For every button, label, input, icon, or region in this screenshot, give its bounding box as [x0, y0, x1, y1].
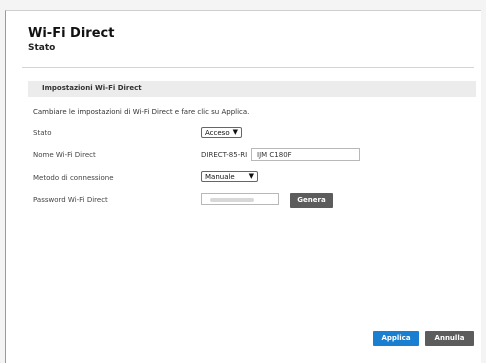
connection-method-value: Manuale: [205, 173, 235, 181]
connection-method-label: Metodo di connessione: [33, 174, 114, 182]
cancel-button[interactable]: Annulla: [425, 331, 474, 346]
status-select[interactable]: Acceso ▼: [201, 127, 242, 138]
chevron-down-icon: ▼: [248, 172, 254, 180]
password-label: Password Wi-Fi Direct: [33, 196, 108, 204]
status-label: Stato: [33, 129, 52, 137]
generate-button[interactable]: Genera: [290, 193, 333, 208]
connection-method-select[interactable]: Manuale ▼: [201, 171, 258, 182]
page-subtitle: Stato: [28, 43, 56, 53]
password-mask: [210, 198, 254, 202]
wifi-direct-name-label: Nome Wi-Fi Direct: [33, 151, 96, 159]
settings-panel: [5, 10, 481, 363]
section-title: Impostazioni Wi-Fi Direct: [42, 84, 142, 92]
page-title: Wi-Fi Direct: [28, 26, 115, 41]
header-divider: [22, 67, 474, 68]
status-select-value: Acceso: [205, 129, 230, 137]
apply-button[interactable]: Applica: [373, 331, 419, 346]
window-frame-right: [481, 0, 486, 363]
password-input[interactable]: [201, 193, 279, 205]
wifi-direct-name-value: IJM C180F: [257, 151, 292, 159]
wifi-direct-name-input[interactable]: IJM C180F: [251, 148, 360, 161]
window-frame-top: [0, 0, 486, 10]
chevron-down-icon: ▼: [232, 128, 238, 136]
section-header: Impostazioni Wi-Fi Direct: [28, 81, 476, 97]
wifi-direct-name-prefix: DIRECT-85-RI: [201, 151, 248, 159]
instructions-text: Cambiare le impostazioni di Wi-Fi Direct…: [33, 108, 250, 116]
